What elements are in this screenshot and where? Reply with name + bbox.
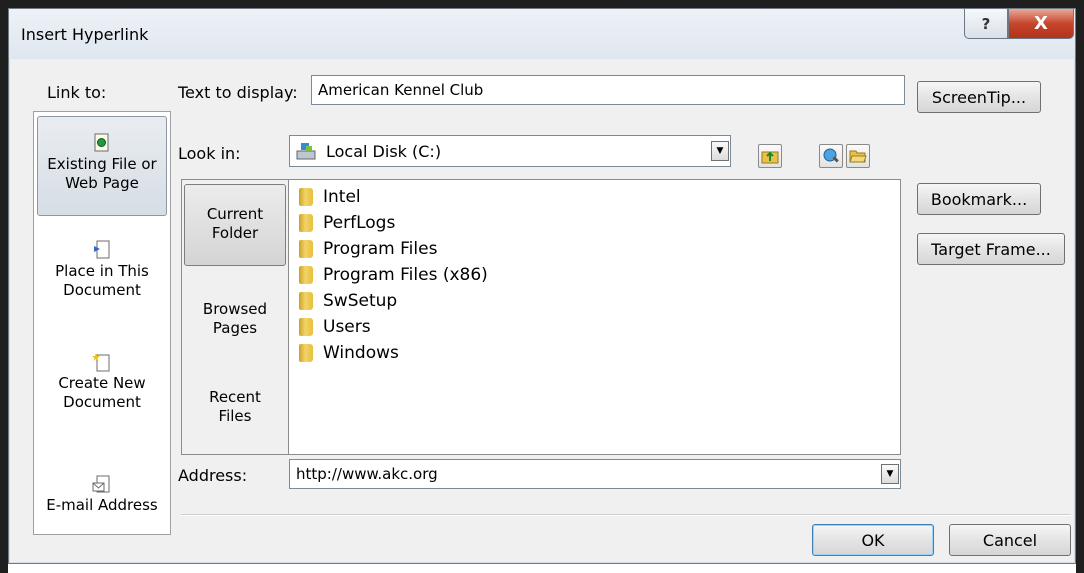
folder-icon [299,292,313,310]
browse-area: Current Folder Browsed Pages Recent File… [181,179,901,455]
browse-web-button[interactable] [819,144,843,168]
background-edge [0,0,8,573]
link-to-bar: Existing File or Web Page Place in This … [33,111,171,535]
folder-icon [299,266,313,284]
text-to-display-label: Text to display: [178,83,298,102]
file-name: Program Files (x86) [323,265,488,285]
open-folder-icon [849,150,867,163]
up-folder-icon [761,151,779,164]
cancel-button[interactable]: Cancel [949,524,1071,556]
help-button[interactable]: ? [964,9,1008,39]
list-item[interactable]: Intel [299,184,361,210]
file-name: Program Files [323,239,438,259]
folder-icon [299,214,313,232]
target-frame-button[interactable]: Target Frame... [917,233,1065,265]
file-list[interactable]: Intel PerfLogs Program Files Program Fil… [288,180,900,454]
link-to-label: Link to: [47,83,107,102]
address-value: http://www.akc.org [296,465,438,483]
window-title: Insert Hyperlink [21,25,149,44]
file-name: Users [323,317,371,337]
view-recent-label-line2: Files [218,407,252,425]
view-browsed-label-line1: Browsed [202,300,268,318]
browse-web-icon [823,148,839,163]
file-name: Intel [323,187,361,207]
close-button[interactable]: X [1008,9,1074,39]
separator [181,514,1071,516]
link-place-in-this-document[interactable]: Place in This Document [34,240,170,300]
help-icon: ? [981,14,991,33]
link-existing-label-line2: Web Page [65,174,139,192]
link-email-address[interactable]: E-mail Address [34,474,170,515]
file-name: Windows [323,343,399,363]
view-current-label-line2: Folder [211,224,259,242]
list-item[interactable]: PerfLogs [299,210,395,236]
list-item[interactable]: Program Files [299,236,437,262]
place-document-icon [94,240,110,259]
list-item[interactable]: Program Files (x86) [299,262,488,288]
list-item[interactable]: SwSetup [299,288,397,314]
link-email-label: E-mail Address [46,496,158,514]
view-recent-files[interactable]: Recent Files [182,388,288,426]
view-current-folder[interactable]: Current Folder [184,184,286,266]
folder-icon [299,318,313,336]
look-in-value: Local Disk (C:) [326,142,442,161]
file-name: SwSetup [323,291,398,311]
new-document-icon [92,353,110,372]
list-item[interactable]: Windows [299,340,399,366]
look-in-combo[interactable]: Local Disk (C:) ▼ [289,135,731,167]
link-create-label-line1: Create New [58,374,146,392]
close-icon: X [1034,13,1048,34]
folder-icon [299,344,313,362]
insert-hyperlink-dialog: Insert Hyperlink ? X Link to: Existing F… [8,8,1076,564]
link-create-new-document[interactable]: Create New Document [34,352,170,412]
look-in-dropdown-arrow[interactable]: ▼ [711,141,729,161]
view-current-label-line1: Current [206,205,264,223]
screentip-button[interactable]: ScreenTip... [917,81,1041,113]
address-combo[interactable]: http://www.akc.org ▼ [289,459,901,489]
address-label: Address: [178,466,248,485]
look-in-label: Look in: [178,144,241,163]
title-bar: Insert Hyperlink ? X [9,9,1075,59]
folder-icon [299,240,313,258]
view-recent-label-line1: Recent [209,388,261,406]
browse-file-button[interactable] [846,144,870,168]
local-disk-icon [296,143,316,160]
view-browsed-label-line2: Pages [212,319,258,337]
view-browsed-pages[interactable]: Browsed Pages [182,300,288,338]
link-existing-label-line1: Existing File or [47,155,157,173]
address-dropdown-arrow[interactable]: ▼ [881,464,899,484]
folder-icon [299,188,313,206]
file-name: PerfLogs [323,213,396,233]
background-edge [1076,0,1084,573]
background-edge [0,0,1084,8]
list-item[interactable]: Users [299,314,371,340]
up-one-folder-button[interactable] [758,144,782,168]
link-place-label-line2: Document [63,281,141,299]
web-page-icon [94,133,109,152]
link-place-label-line1: Place in This [55,262,149,280]
ok-button[interactable]: OK [812,524,934,556]
link-existing-file-or-web-page[interactable]: Existing File or Web Page [37,116,167,216]
text-to-display-field[interactable]: American Kennel Club [311,75,905,105]
email-icon [92,475,110,493]
bookmark-button[interactable]: Bookmark... [917,183,1041,215]
link-create-label-line2: Document [63,393,141,411]
